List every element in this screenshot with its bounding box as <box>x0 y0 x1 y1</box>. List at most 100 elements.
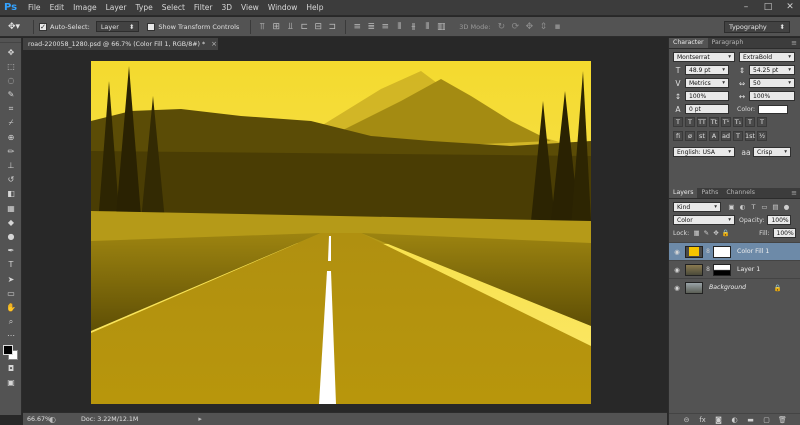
align-right-icon[interactable]: ⊐ <box>326 22 338 32</box>
align-hcenter-icon[interactable]: ⊟ <box>312 22 324 32</box>
small-caps-button[interactable]: Tt <box>709 117 719 127</box>
horizontal-scale-field[interactable]: 100% <box>749 91 795 101</box>
font-style-dropdown[interactable]: ExtraBold ▾ <box>739 52 795 62</box>
menu-file[interactable]: File <box>28 3 41 12</box>
swash-button[interactable]: A <box>709 131 719 141</box>
menu-type[interactable]: Type <box>136 3 153 12</box>
crop-tool-icon[interactable]: ⌗ <box>0 102 22 116</box>
layer-name[interactable]: Background <box>709 284 746 291</box>
blur-tool-icon[interactable]: ◆ <box>0 215 22 229</box>
layer-mask-thumbnail[interactable] <box>713 245 731 258</box>
opacity-field[interactable]: 100% <box>767 215 792 225</box>
visibility-eye-icon[interactable]: ◉ <box>672 284 682 292</box>
baseline-shift-field[interactable]: 0 pt <box>685 104 729 114</box>
pen-tool-icon[interactable]: ✒ <box>0 244 22 258</box>
layer-color-fill-1[interactable]: ◉ 8 Color Fill 1 <box>669 242 800 260</box>
clone-stamp-icon[interactable]: ⊥ <box>0 159 22 173</box>
screen-mode-icon[interactable]: ▣ <box>0 375 22 389</box>
text-color-swatch[interactable] <box>758 104 789 114</box>
eraser-tool-icon[interactable]: ◧ <box>0 187 22 201</box>
show-transform-checkbox[interactable] <box>147 22 156 31</box>
menu-select[interactable]: Select <box>162 3 185 12</box>
layer-background[interactable]: ◉ Background 🔒 <box>669 278 800 296</box>
delete-layer-icon[interactable]: 🗑 <box>778 416 788 424</box>
restore-button[interactable]: □ <box>762 2 774 13</box>
document-tab[interactable]: road-220058_1280.psd @ 66.7% (Color Fill… <box>23 38 218 50</box>
distribute-right-icon[interactable]: ⫴ <box>421 22 433 32</box>
align-vcenter-icon[interactable]: ⊞ <box>270 22 282 32</box>
distribute-vcenter-icon[interactable]: ≣ <box>365 22 377 32</box>
stylistic-alternates-button[interactable]: st <box>697 131 707 141</box>
filter-type-icon[interactable]: T <box>749 203 758 212</box>
path-select-icon[interactable]: ➤ <box>0 272 22 286</box>
quick-select-tool-icon[interactable]: ✎ <box>0 88 22 102</box>
faux-bold-button[interactable]: T <box>673 117 683 127</box>
close-button[interactable]: ✕ <box>784 2 796 13</box>
ordinals-button[interactable]: T <box>733 131 743 141</box>
lock-transparent-icon[interactable]: ▦ <box>692 229 701 237</box>
menu-image[interactable]: Image <box>73 3 97 12</box>
history-brush-icon[interactable]: ↺ <box>0 173 22 187</box>
share-icon[interactable]: ◐ <box>49 415 59 424</box>
underline-button[interactable]: T <box>745 117 755 127</box>
brush-tool-icon[interactable]: ✏ <box>0 144 22 158</box>
menu-3d[interactable]: 3D <box>221 3 232 12</box>
gradient-tool-icon[interactable]: ▦ <box>0 201 22 215</box>
menu-window[interactable]: Window <box>268 3 298 12</box>
discretionary-ligatures-button[interactable]: ø <box>685 131 695 141</box>
hand-tool-icon[interactable]: ✋ <box>0 300 22 314</box>
new-layer-icon[interactable]: ▢ <box>762 416 772 424</box>
more-tools-icon[interactable]: ⋯ <box>0 329 22 343</box>
auto-align-icon[interactable]: ▥ <box>435 22 447 32</box>
add-mask-icon[interactable]: ◙ <box>714 416 724 424</box>
lock-image-icon[interactable]: ✎ <box>702 229 711 237</box>
all-caps-button[interactable]: TT <box>697 117 707 127</box>
marquee-tool-icon[interactable]: ⬚ <box>0 59 22 73</box>
zoom-tool-icon[interactable]: ⌕ <box>0 315 22 329</box>
tab-paths[interactable]: Paths <box>697 188 722 198</box>
superscript-button[interactable]: T¹ <box>721 117 731 127</box>
move-tool-icon[interactable]: ✥ <box>0 45 22 59</box>
ligatures-button[interactable]: ﬁ <box>673 131 683 141</box>
strikethrough-button[interactable]: T <box>757 117 767 127</box>
layer-layer-1[interactable]: ◉ 8 Layer 1 <box>669 260 800 278</box>
menu-view[interactable]: View <box>241 3 259 12</box>
type-tool-icon[interactable]: T <box>0 258 22 272</box>
distribute-left-icon[interactable]: ⫴ <box>393 22 405 32</box>
titling-alternates-button[interactable]: ad <box>721 131 731 141</box>
adjustment-layer-icon[interactable]: ◐ <box>730 416 740 424</box>
layer-mask-thumbnail[interactable] <box>713 263 731 276</box>
filter-toggle-icon[interactable]: ● <box>782 203 791 212</box>
layer-style-icon[interactable]: fx <box>698 416 708 424</box>
healing-brush-icon[interactable]: ⊕ <box>0 130 22 144</box>
align-bottom-icon[interactable]: ⫫ <box>284 22 296 32</box>
layers-panel-menu-icon[interactable]: ≡ <box>791 189 797 197</box>
kerning-field[interactable]: Metrics ▾ <box>685 78 729 88</box>
align-left-icon[interactable]: ⊏ <box>298 22 310 32</box>
menu-edit[interactable]: Edit <box>50 3 65 12</box>
menu-help[interactable]: Help <box>306 3 323 12</box>
filter-adjustment-icon[interactable]: ◐ <box>738 203 747 212</box>
distribute-hcenter-icon[interactable]: ⫵ <box>407 22 419 32</box>
vertical-scale-field[interactable]: 100% <box>685 91 729 101</box>
quick-mask-icon[interactable]: ◘ <box>0 361 22 375</box>
workspace-dropdown[interactable]: Typography ⬍ <box>724 21 790 33</box>
distribute-top-icon[interactable]: ≡ <box>351 22 363 32</box>
3d-pan-icon[interactable]: ✥ <box>523 22 535 32</box>
filter-shape-icon[interactable]: ▭ <box>760 203 769 212</box>
tab-paragraph[interactable]: Paragraph <box>708 38 748 48</box>
3d-scale-icon[interactable]: ▪ <box>551 22 563 32</box>
menu-filter[interactable]: Filter <box>194 3 213 12</box>
link-chain-icon[interactable]: 8 <box>705 248 711 255</box>
subscript-button[interactable]: T₁ <box>733 117 743 127</box>
link-chain-icon[interactable]: 8 <box>705 266 711 273</box>
3d-roll-icon[interactable]: ⟳ <box>509 22 521 32</box>
filter-smart-object-icon[interactable]: ▤ <box>771 203 780 212</box>
language-dropdown[interactable]: English: USA ▾ <box>673 147 735 157</box>
fill-field[interactable]: 100% <box>772 228 797 238</box>
fractions-button[interactable]: ½ <box>757 131 767 141</box>
panel-menu-icon[interactable]: ≡ <box>791 39 797 47</box>
lock-position-icon[interactable]: ✥ <box>712 229 721 237</box>
align-top-icon[interactable]: ⫪ <box>256 22 268 32</box>
eyedropper-tool-icon[interactable]: ⌿ <box>0 116 22 130</box>
